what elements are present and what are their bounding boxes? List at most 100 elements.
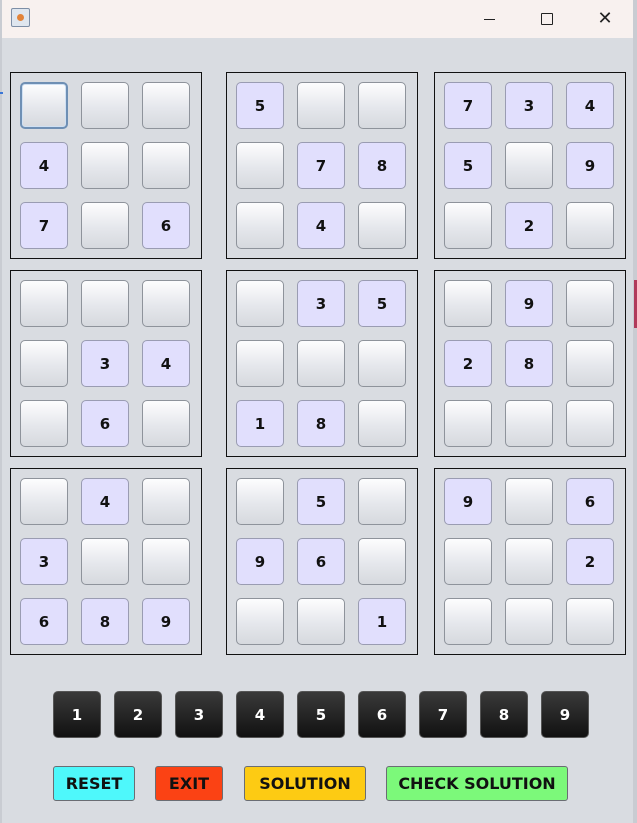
sudoku-cell-given[interactable]: 2 xyxy=(444,340,492,387)
sudoku-cell-given[interactable]: 3 xyxy=(297,280,345,327)
close-button[interactable]: ✕ xyxy=(576,0,634,38)
sudoku-cell-empty[interactable] xyxy=(20,280,68,327)
sudoku-cell-empty[interactable] xyxy=(297,598,345,645)
sudoku-cell-given[interactable]: 2 xyxy=(566,538,614,585)
sudoku-cell-given[interactable]: 1 xyxy=(358,598,406,645)
sudoku-cell-empty[interactable] xyxy=(81,142,129,189)
sudoku-cell-empty[interactable] xyxy=(444,280,492,327)
sudoku-cell-given[interactable]: 5 xyxy=(236,82,284,129)
sudoku-cell-empty[interactable] xyxy=(358,340,406,387)
sudoku-cell-given[interactable]: 5 xyxy=(358,280,406,327)
sudoku-cell-empty[interactable] xyxy=(505,478,553,525)
minimize-button[interactable] xyxy=(460,0,518,38)
sudoku-cell-empty[interactable] xyxy=(20,82,68,129)
sudoku-cell-given[interactable]: 9 xyxy=(142,598,190,645)
sudoku-cell-empty[interactable] xyxy=(505,538,553,585)
sudoku-cell-empty[interactable] xyxy=(444,400,492,447)
sudoku-cell-empty[interactable] xyxy=(505,598,553,645)
number-button[interactable]: 9 xyxy=(541,691,589,738)
sudoku-cell-given[interactable]: 4 xyxy=(81,478,129,525)
sudoku-cell-given[interactable]: 4 xyxy=(20,142,68,189)
sudoku-cell-empty[interactable] xyxy=(142,400,190,447)
maximize-button[interactable] xyxy=(518,0,576,38)
reset-button[interactable]: RESET xyxy=(53,766,135,801)
number-button[interactable]: 2 xyxy=(114,691,162,738)
sudoku-cell-given[interactable]: 7 xyxy=(297,142,345,189)
sudoku-cell-empty[interactable] xyxy=(358,478,406,525)
sudoku-cell-empty[interactable] xyxy=(566,280,614,327)
number-button[interactable]: 5 xyxy=(297,691,345,738)
sudoku-cell-empty[interactable] xyxy=(358,538,406,585)
number-button[interactable]: 1 xyxy=(53,691,101,738)
exit-button[interactable]: EXIT xyxy=(155,766,223,801)
check-solution-button[interactable]: CHECK SOLUTION xyxy=(386,766,568,801)
sudoku-cell-empty[interactable] xyxy=(81,82,129,129)
sudoku-cell-empty[interactable] xyxy=(236,142,284,189)
sudoku-cell-empty[interactable] xyxy=(444,598,492,645)
sudoku-cell-given[interactable]: 4 xyxy=(297,202,345,249)
sudoku-cell-given[interactable]: 5 xyxy=(297,478,345,525)
sudoku-cell-given[interactable]: 6 xyxy=(566,478,614,525)
sudoku-cell-given[interactable]: 4 xyxy=(566,82,614,129)
sudoku-cell-given[interactable]: 9 xyxy=(505,280,553,327)
sudoku-cell-given[interactable]: 7 xyxy=(20,202,68,249)
sudoku-cell-empty[interactable] xyxy=(236,202,284,249)
number-button[interactable]: 6 xyxy=(358,691,406,738)
sudoku-cell-empty[interactable] xyxy=(236,280,284,327)
sudoku-cell-given[interactable]: 3 xyxy=(20,538,68,585)
sudoku-cell-empty[interactable] xyxy=(142,82,190,129)
sudoku-cell-given[interactable]: 6 xyxy=(142,202,190,249)
sudoku-cell-given[interactable]: 9 xyxy=(236,538,284,585)
sudoku-cell-empty[interactable] xyxy=(358,400,406,447)
sudoku-cell-empty[interactable] xyxy=(444,538,492,585)
sudoku-cell-given[interactable]: 6 xyxy=(297,538,345,585)
sudoku-cell-given[interactable]: 8 xyxy=(358,142,406,189)
sudoku-cell-given[interactable]: 8 xyxy=(505,340,553,387)
sudoku-cell-empty[interactable] xyxy=(297,82,345,129)
sudoku-cell-empty[interactable] xyxy=(142,142,190,189)
sudoku-cell-given[interactable]: 6 xyxy=(81,400,129,447)
sudoku-cell-given[interactable]: 8 xyxy=(81,598,129,645)
sudoku-cell-empty[interactable] xyxy=(142,478,190,525)
sudoku-cell-given[interactable]: 2 xyxy=(505,202,553,249)
sudoku-cell-empty[interactable] xyxy=(566,598,614,645)
number-button[interactable]: 7 xyxy=(419,691,467,738)
sudoku-cell-empty[interactable] xyxy=(236,598,284,645)
sudoku-cell-empty[interactable] xyxy=(142,280,190,327)
sudoku-cell-given[interactable]: 7 xyxy=(444,82,492,129)
sudoku-box: 5784 xyxy=(226,72,418,259)
sudoku-cell-empty[interactable] xyxy=(566,340,614,387)
sudoku-cell-empty[interactable] xyxy=(236,478,284,525)
number-button[interactable]: 4 xyxy=(236,691,284,738)
sudoku-cell-empty[interactable] xyxy=(297,340,345,387)
sudoku-cell-given[interactable]: 9 xyxy=(566,142,614,189)
sudoku-cell-given[interactable]: 9 xyxy=(444,478,492,525)
sudoku-cell-empty[interactable] xyxy=(566,400,614,447)
sudoku-cell-empty[interactable] xyxy=(236,340,284,387)
sudoku-cell-empty[interactable] xyxy=(505,142,553,189)
sudoku-cell-given[interactable]: 3 xyxy=(505,82,553,129)
sudoku-cell-given[interactable]: 3 xyxy=(81,340,129,387)
sudoku-box: 4 7 6 xyxy=(10,72,202,259)
sudoku-cell-empty[interactable] xyxy=(566,202,614,249)
sudoku-cell-empty[interactable] xyxy=(20,478,68,525)
sudoku-cell-empty[interactable] xyxy=(81,538,129,585)
sudoku-cell-given[interactable]: 8 xyxy=(297,400,345,447)
number-button[interactable]: 8 xyxy=(480,691,528,738)
close-icon: ✕ xyxy=(597,8,613,29)
sudoku-cell-empty[interactable] xyxy=(142,538,190,585)
sudoku-cell-empty[interactable] xyxy=(81,280,129,327)
solution-button[interactable]: SOLUTION xyxy=(244,766,366,801)
sudoku-cell-empty[interactable] xyxy=(444,202,492,249)
sudoku-cell-given[interactable]: 6 xyxy=(20,598,68,645)
sudoku-cell-empty[interactable] xyxy=(505,400,553,447)
sudoku-cell-empty[interactable] xyxy=(358,82,406,129)
sudoku-cell-given[interactable]: 5 xyxy=(444,142,492,189)
sudoku-cell-empty[interactable] xyxy=(358,202,406,249)
sudoku-cell-empty[interactable] xyxy=(81,202,129,249)
sudoku-cell-given[interactable]: 1 xyxy=(236,400,284,447)
sudoku-cell-empty[interactable] xyxy=(20,340,68,387)
sudoku-cell-given[interactable]: 4 xyxy=(142,340,190,387)
sudoku-cell-empty[interactable] xyxy=(20,400,68,447)
number-button[interactable]: 3 xyxy=(175,691,223,738)
